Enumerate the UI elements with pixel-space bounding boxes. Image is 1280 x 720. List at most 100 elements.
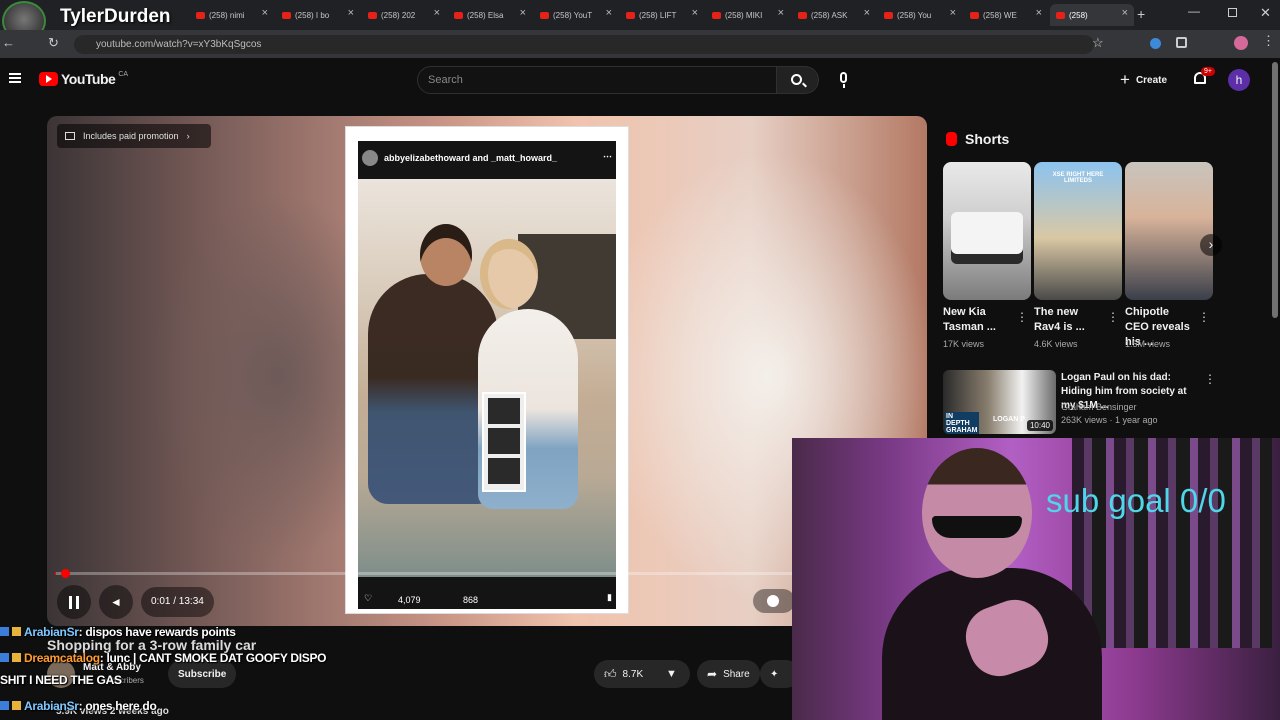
search-input[interactable]: Search: [417, 66, 777, 94]
close-tab-icon[interactable]: ×: [778, 7, 784, 19]
browser-tab[interactable]: (258) Elsa ×: [448, 4, 532, 26]
autoplay-icon: [767, 595, 779, 607]
short-menu-icon[interactable]: ⋮: [1016, 310, 1028, 324]
reload-icon[interactable]: ↻: [48, 35, 59, 51]
close-tab-icon[interactable]: ×: [262, 7, 268, 19]
close-tab-icon[interactable]: ×: [434, 7, 440, 19]
tab-label: (258) You: [897, 10, 932, 20]
share-button[interactable]: ➦ Share: [697, 660, 760, 688]
ultrasound-photos: [482, 392, 526, 492]
browser-tab[interactable]: (258) WE ×: [964, 4, 1048, 26]
autoplay-toggle[interactable]: [753, 589, 795, 613]
browser-tab[interactable]: (258) YouT ×: [534, 4, 618, 26]
country-code: CA: [118, 70, 129, 78]
close-tab-icon[interactable]: ×: [692, 7, 698, 19]
dislike-button[interactable]: ▼: [656, 660, 690, 688]
browser-tab[interactable]: (258) nimi ×: [190, 4, 274, 26]
youtube-wordmark: YouTube: [61, 71, 116, 87]
short-thumbnail[interactable]: XSE RIGHT HERE LIMITEDS: [1034, 162, 1122, 300]
youtube-favicon-icon: [1056, 11, 1065, 19]
chat-message: Dreamcatalog: lunc | CANT SMOKE DAT GOOF…: [0, 651, 327, 665]
browser-tab[interactable]: (258) You ×: [878, 4, 962, 26]
maximize-icon[interactable]: [1228, 8, 1237, 17]
extensions-puzzle-icon[interactable]: [1176, 37, 1187, 48]
short-title[interactable]: The new Rav4 is ...: [1034, 305, 1104, 335]
browser-tab[interactable]: (258) ×: [1050, 4, 1134, 26]
short-menu-icon[interactable]: ⋮: [1107, 310, 1119, 324]
thumbs-down-icon: ▼: [666, 668, 677, 680]
back-icon[interactable]: ←: [2, 35, 15, 50]
tab-label: (258) MIKI: [725, 10, 763, 20]
shorts-header: Shorts: [946, 131, 1009, 147]
youtube-favicon-icon: [712, 11, 721, 19]
browser-tab[interactable]: (258) MIKI ×: [706, 4, 790, 26]
menu-icon[interactable]: [9, 73, 21, 83]
recommended-thumbnail[interactable]: IN DEPTH GRAHAM LOGAN P 10:40: [943, 370, 1056, 434]
sunglasses: [932, 516, 1022, 538]
tab-label: (258): [1069, 10, 1088, 20]
short-title[interactable]: New Kia Tasman ...: [943, 305, 1013, 335]
browser-tab[interactable]: (258) 202 ×: [362, 4, 446, 26]
progress-bar[interactable]: [55, 569, 919, 578]
progress-fill: [55, 572, 57, 575]
paid-promotion-badge[interactable]: Includes paid promotion ›: [57, 124, 211, 148]
chat-message: ArabianSr: ones here do: [0, 699, 157, 713]
youtube-logo[interactable]: YouTube CA: [39, 71, 128, 87]
extension-icon[interactable]: [1150, 38, 1161, 49]
video-duration: 10:40: [1026, 420, 1053, 431]
new-tab-icon[interactable]: +: [1137, 6, 1145, 22]
chat-badge-icon: [12, 627, 21, 636]
short-thumbnail[interactable]: [1125, 162, 1213, 300]
search-button[interactable]: [777, 66, 819, 94]
close-window-icon[interactable]: ✕: [1260, 5, 1271, 21]
couple-photo: [358, 179, 616, 577]
close-tab-icon[interactable]: ×: [1122, 7, 1128, 19]
chat-text: SHIT I NEED THE GAS: [0, 673, 122, 687]
close-tab-icon[interactable]: ×: [1036, 7, 1042, 19]
account-avatar[interactable]: h: [1228, 69, 1250, 91]
minimize-icon[interactable]: —: [1188, 4, 1200, 18]
bookmark-star-icon[interactable]: ☆: [1092, 35, 1104, 51]
webcam-overlay: sub goal 0/0: [792, 438, 1280, 720]
next-shorts-button[interactable]: ›: [1200, 234, 1222, 256]
close-tab-icon[interactable]: ×: [520, 7, 526, 19]
short-thumb-text: XSE RIGHT HERE LIMITEDS: [1052, 172, 1104, 184]
close-tab-icon[interactable]: ×: [606, 7, 612, 19]
tab-label: (258) ASK: [811, 10, 848, 20]
youtube-favicon-icon: [970, 11, 979, 19]
close-tab-icon[interactable]: ×: [864, 7, 870, 19]
pause-icon: [69, 595, 79, 609]
browser-tab[interactable]: (258) ASK ×: [792, 4, 876, 26]
browser-menu-icon[interactable]: ⋮: [1262, 33, 1275, 49]
close-tab-icon[interactable]: ×: [348, 7, 354, 19]
tab-label: (258) LIFT: [639, 10, 677, 20]
close-tab-icon[interactable]: ×: [950, 7, 956, 19]
profile-icon[interactable]: [1234, 36, 1248, 50]
search-icon: [791, 74, 802, 85]
youtube-favicon-icon: [454, 11, 463, 19]
address-bar[interactable]: youtube.com/watch?v=xY3bKqSgcos: [74, 35, 1094, 54]
volume-button[interactable]: ◄: [99, 585, 133, 619]
pause-button[interactable]: [57, 585, 91, 619]
browser-tab[interactable]: (258) I bo ×: [276, 4, 360, 26]
tab-label: (258) I bo: [295, 10, 330, 20]
streamer-head: [922, 448, 1032, 578]
create-button[interactable]: + Create: [1120, 66, 1167, 94]
post-actions: ♡ 4,079 868 ▮: [358, 577, 616, 609]
voice-search-button[interactable]: [830, 66, 858, 94]
short-menu-icon[interactable]: ⋮: [1198, 310, 1210, 324]
youtube-play-icon: [39, 72, 58, 86]
like-button[interactable]: 👍︎ 8.7K: [594, 660, 656, 688]
notifications-button[interactable]: 9+: [1192, 67, 1215, 88]
short-thumbnail[interactable]: [943, 162, 1031, 300]
recommended-channel[interactable]: Graham Bensinger: [1061, 402, 1137, 412]
scrubber-handle[interactable]: [61, 569, 70, 578]
youtube-favicon-icon: [196, 11, 205, 19]
short-views: 17K views: [943, 339, 985, 349]
sidebar-scrollbar[interactable]: [1272, 62, 1278, 318]
youtube-favicon-icon: [540, 11, 549, 19]
browser-tab[interactable]: (258) LIFT ×: [620, 4, 704, 26]
tab-label: (258) Elsa: [467, 10, 504, 20]
recommended-menu-icon[interactable]: ⋮: [1204, 372, 1216, 386]
tab-label: (258) YouT: [553, 10, 593, 20]
